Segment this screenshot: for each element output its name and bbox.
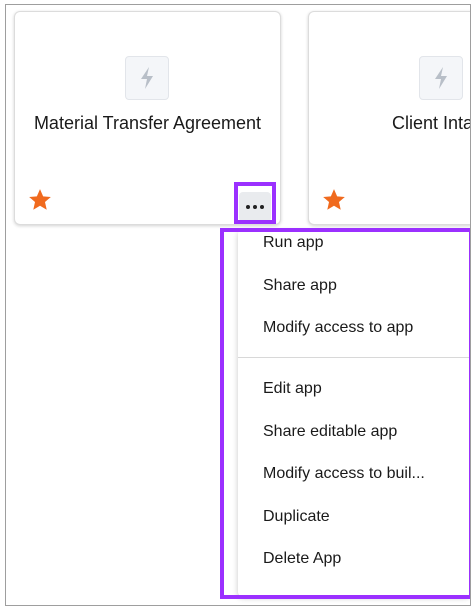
app-icon — [419, 56, 463, 100]
card-title: Material Transfer Agreement — [33, 113, 262, 133]
highlight-box — [234, 182, 276, 224]
lightning-icon — [435, 67, 447, 89]
app-card-client-intake[interactable]: Client Inta — [308, 11, 471, 225]
app-icon — [125, 56, 169, 100]
highlight-box — [220, 228, 470, 599]
app-card-material-transfer[interactable]: Material Transfer Agreement — [14, 11, 281, 225]
lightning-icon — [141, 67, 153, 89]
card-title: Client Inta — [392, 113, 471, 133]
app-gallery: Material Transfer Agreement Client Inta … — [5, 4, 471, 606]
favorite-star-icon[interactable] — [27, 187, 53, 213]
favorite-star-icon[interactable] — [321, 187, 347, 213]
